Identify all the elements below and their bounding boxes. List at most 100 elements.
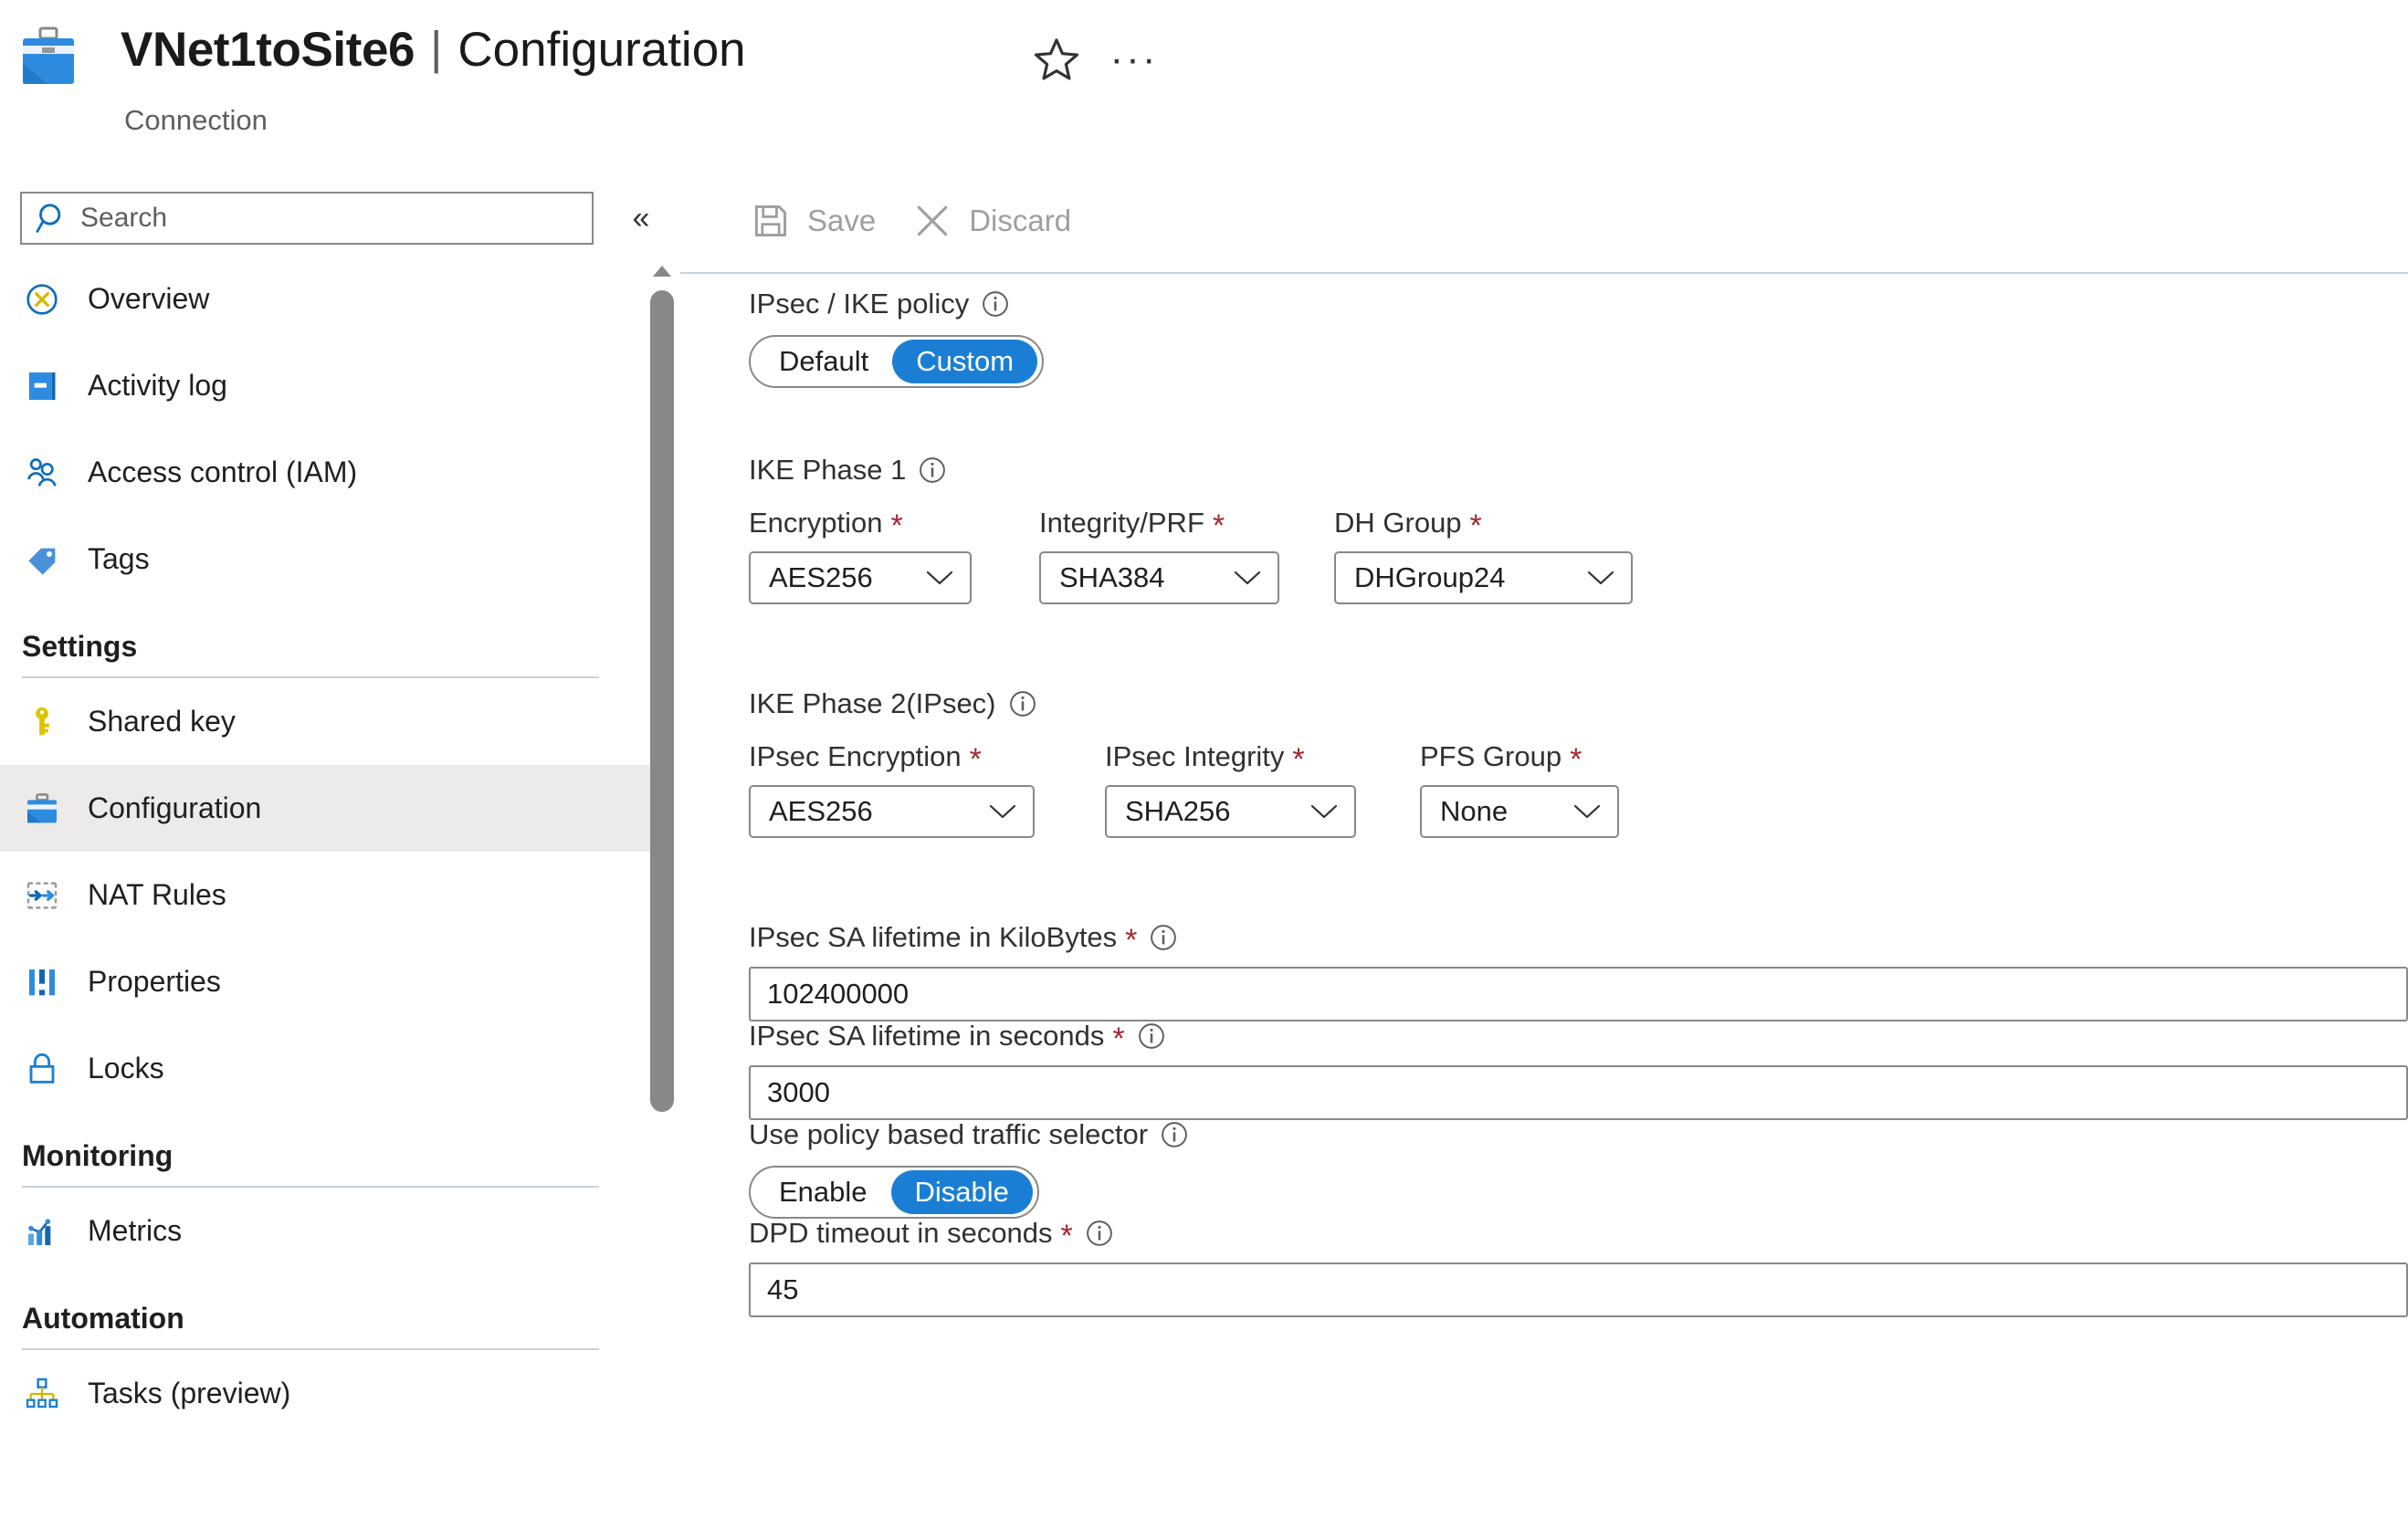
sidebar-item-label: Overview (88, 282, 210, 315)
ipsec-encryption-dropdown[interactable]: AES256 (749, 785, 1035, 838)
dh-group-dropdown[interactable]: DHGroup24 (1334, 551, 1633, 604)
sidebar-item-overview[interactable]: Overview (0, 256, 667, 342)
content-scrollbar[interactable] (648, 265, 676, 1123)
tasks-icon (22, 1374, 62, 1414)
main-content: Save Discard IPsec / IKE policy Default … (680, 169, 2408, 1540)
resource-type-subtitle: Connection (124, 104, 268, 136)
sidebar-item-properties[interactable]: Properties (0, 938, 667, 1025)
ipsec-integrity-value: SHA256 (1125, 795, 1231, 827)
scrollbar-thumb[interactable] (650, 290, 674, 1112)
required-indicator: * (1125, 923, 1138, 958)
required-indicator: * (969, 742, 982, 777)
pfs-group-label: PFS Group * (1420, 740, 1619, 777)
title-separator: | (430, 21, 443, 74)
sidebar-item-label: Tasks (preview) (88, 1377, 291, 1409)
sidebar-item-label: Shared key (88, 705, 236, 738)
sidebar-item-nat-rules[interactable]: NAT Rules (0, 852, 667, 938)
required-indicator: * (1212, 508, 1225, 543)
ipsec-integrity-dropdown[interactable]: SHA256 (1105, 785, 1356, 838)
required-indicator: * (1060, 1219, 1073, 1253)
ipsec-integrity-label: IPsec Integrity * (1105, 740, 1420, 777)
traffic-selector-toggle[interactable]: Enable Disable (749, 1166, 1039, 1219)
label-text: Encryption (749, 507, 883, 539)
traffic-selector-option-enable[interactable]: Enable (755, 1170, 891, 1214)
sidebar-item-configuration[interactable]: Configuration (0, 765, 667, 852)
search-box[interactable] (20, 192, 594, 245)
sidebar-item-label: Activity log (88, 369, 227, 402)
label-text: IPsec Integrity (1105, 740, 1285, 772)
integrity-prf-value: SHA384 (1059, 561, 1165, 593)
policy-option-default[interactable]: Default (755, 340, 892, 383)
info-icon[interactable] (919, 456, 946, 484)
search-input[interactable] (77, 194, 592, 243)
integrity-prf-dropdown[interactable]: SHA384 (1039, 551, 1279, 604)
access-control-icon (22, 453, 62, 493)
save-button[interactable]: Save (749, 189, 876, 253)
scroll-up-arrow-icon[interactable] (652, 265, 672, 278)
info-icon[interactable] (982, 290, 1009, 318)
ipsec-encryption-value: AES256 (769, 795, 873, 827)
sidebar-item-access-control[interactable]: Access control (IAM) (0, 429, 667, 516)
resource-name: VNet1toSite6 (121, 22, 415, 77)
ipsec-ike-policy-toggle[interactable]: Default Custom (749, 335, 1045, 388)
metrics-icon (22, 1211, 62, 1252)
traffic-selector-label: Use policy based traffic selector (749, 1118, 1188, 1151)
page-title: VNet1toSite6 | Configuration (121, 16, 746, 82)
info-icon[interactable] (1009, 690, 1036, 718)
label-text: DPD timeout in seconds (749, 1217, 1053, 1249)
sidebar-item-tags[interactable]: Tags (0, 516, 667, 602)
chevron-down-icon (1587, 571, 1614, 585)
required-indicator: * (1292, 742, 1305, 777)
sa-seconds-input[interactable] (749, 1065, 2408, 1120)
ellipsis-icon[interactable]: ··· (1109, 35, 1159, 84)
field-ipsec-integrity: IPsec Integrity * SHA256 (1105, 740, 1420, 838)
label-text: IPsec Encryption (749, 740, 962, 772)
sidebar-item-activity-log[interactable]: Activity log (0, 342, 667, 429)
heading-text: IKE Phase 2(IPsec) (749, 687, 996, 719)
label-text: Integrity/PRF (1039, 507, 1204, 539)
nav-group-title: Monitoring (22, 1139, 174, 1172)
heading-text: IKE Phase 1 (749, 454, 907, 486)
info-icon[interactable] (1150, 924, 1177, 951)
ipsec-encryption-label: IPsec Encryption * (749, 740, 1105, 777)
nat-rules-icon (22, 875, 62, 916)
required-indicator: * (1469, 508, 1482, 543)
encryption-dropdown[interactable]: AES256 (749, 551, 972, 604)
pfs-group-dropdown[interactable]: None (1420, 785, 1619, 838)
required-indicator: * (1570, 742, 1583, 777)
ipsec-ike-policy-label: IPsec / IKE policy (749, 288, 1044, 320)
nav-group-monitoring: Monitoring (0, 1112, 667, 1188)
dh-group-label: DH Group * (1334, 507, 1633, 543)
info-icon[interactable] (1161, 1121, 1188, 1148)
field-ipsec-encryption: IPsec Encryption * AES256 (749, 740, 1105, 838)
tags-icon (22, 540, 62, 580)
sidebar-item-tasks[interactable]: Tasks (preview) (0, 1350, 667, 1437)
discard-button[interactable]: Discard (910, 189, 1071, 253)
command-bar-divider (680, 272, 2408, 274)
activity-log-icon (22, 366, 62, 406)
discard-label: Discard (969, 203, 1072, 237)
label-text: IPsec SA lifetime in KiloBytes (749, 921, 1118, 953)
sidebar-item-metrics[interactable]: Metrics (0, 1188, 667, 1274)
field-pfs-group: PFS Group * None (1420, 740, 1619, 838)
sa-kilobytes-input[interactable] (749, 967, 2408, 1021)
sidebar-item-label: Access control (IAM) (88, 456, 358, 488)
chevron-double-left-icon[interactable]: « (619, 196, 663, 240)
chevron-down-icon (1234, 571, 1261, 585)
nav-group-automation: Automation (0, 1274, 667, 1350)
info-icon[interactable] (1138, 1022, 1165, 1050)
vpn-connection-icon (23, 26, 74, 84)
sidebar-item-locks[interactable]: Locks (0, 1025, 667, 1112)
ike-phase1-heading: IKE Phase 1 (749, 454, 1633, 487)
nav-group-title: Automation (22, 1302, 184, 1335)
info-icon[interactable] (1086, 1220, 1113, 1247)
save-label: Save (807, 203, 877, 237)
label-text: PFS Group (1420, 740, 1562, 772)
star-icon[interactable] (1032, 35, 1081, 84)
dpd-timeout-input[interactable] (749, 1262, 2408, 1317)
properties-icon (22, 962, 62, 1002)
traffic-selector-option-disable[interactable]: Disable (890, 1170, 1033, 1214)
sidebar-item-shared-key[interactable]: Shared key (0, 678, 667, 765)
sa-kilobytes-label: IPsec SA lifetime in KiloBytes * (749, 921, 2408, 958)
policy-option-custom[interactable]: Custom (892, 340, 1038, 383)
